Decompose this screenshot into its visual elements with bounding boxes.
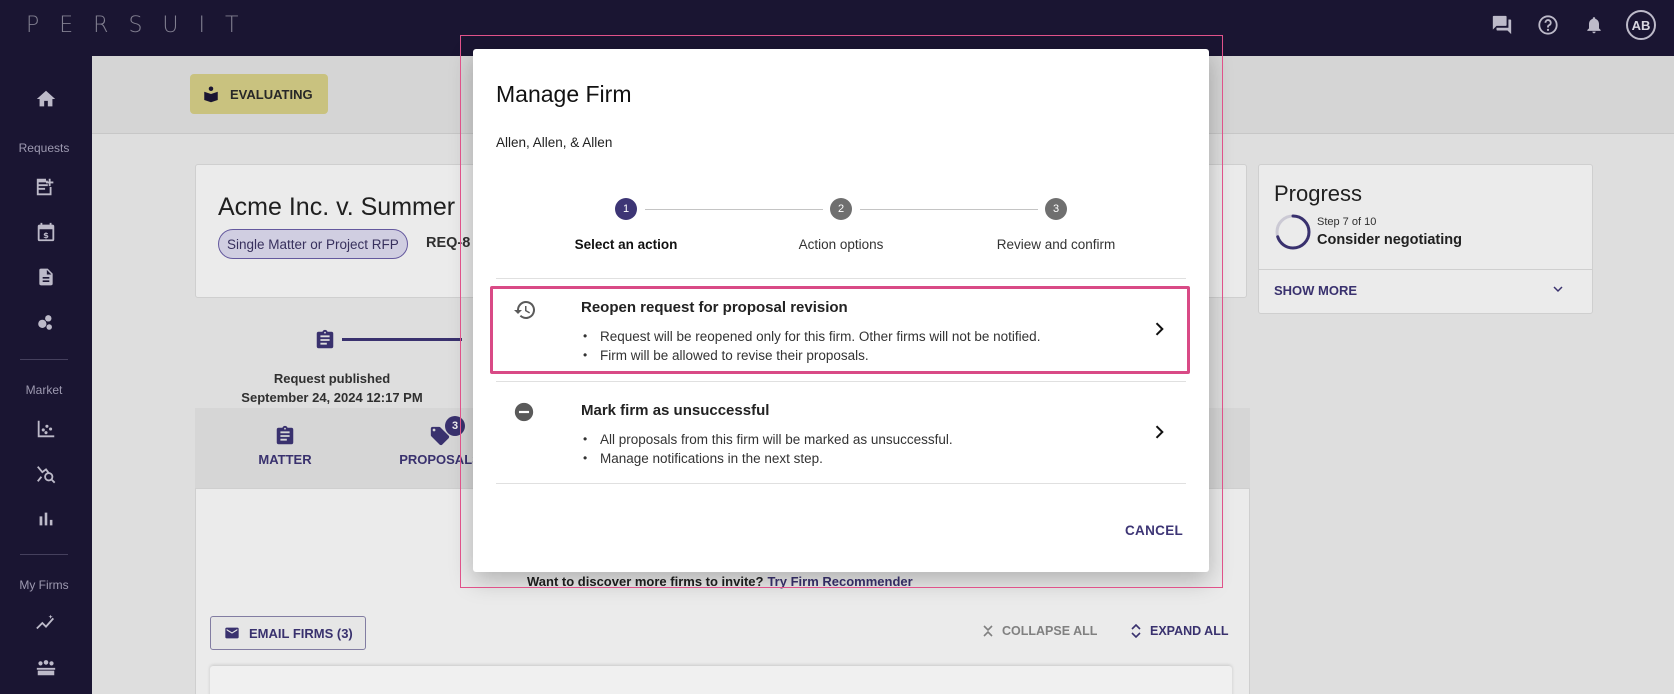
step-3-indicator: 3 [1045,198,1067,220]
minus-circle-icon [513,401,535,428]
dialog-divider [496,381,1186,382]
option-details: Request will be reopened only for this f… [581,327,1040,365]
chevron-right-icon[interactable] [1149,422,1169,447]
cancel-button[interactable]: CANCEL [1125,523,1183,538]
dialog-divider [496,278,1186,279]
dialog-title: Manage Firm [496,81,632,107]
option-details: All proposals from this firm will be mar… [581,430,953,468]
reopen-request-option[interactable]: Reopen request for proposal revision Req… [490,286,1190,374]
option-detail: Manage notifications in the next step. [581,449,953,468]
option-detail: Firm will be allowed to revise their pro… [581,346,1040,365]
step-1-label: Select an action [574,237,678,252]
mark-unsuccessful-option[interactable]: Mark firm as unsuccessful All proposals … [490,389,1190,477]
option-detail: All proposals from this firm will be mar… [581,430,953,449]
step-2-label: Action options [798,237,884,252]
option-detail: Request will be reopened only for this f… [581,327,1040,346]
stepper-connector [860,209,1038,210]
option-title: Mark firm as unsuccessful [581,402,770,419]
stepper-connector [645,209,823,210]
firm-name: Allen, Allen, & Allen [496,135,613,150]
option-title: Reopen request for proposal revision [581,299,848,316]
step-1-indicator: 1 [615,198,637,220]
history-icon [513,298,537,327]
step-3-label: Review and confirm [996,237,1116,252]
step-2-indicator: 2 [830,198,852,220]
dialog-divider [496,483,1186,484]
manage-firm-dialog: Manage Firm Allen, Allen, & Allen 1 2 3 … [473,49,1209,572]
chevron-right-icon[interactable] [1149,319,1169,344]
